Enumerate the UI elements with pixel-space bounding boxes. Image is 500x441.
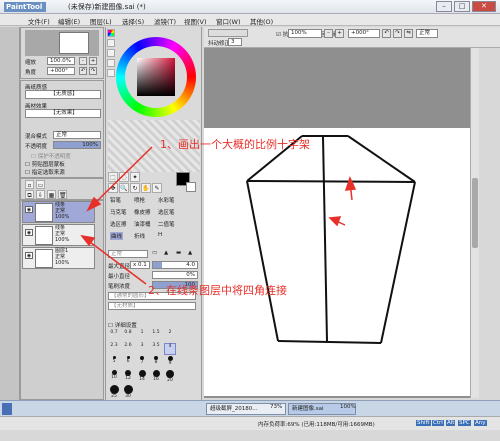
trapezoid-drawing [246,135,416,344]
cross-horizontal-line [246,180,416,183]
status-bar: 内存负荷率:69% (已用:118MB/可用:1669MB) Shift Ctr… [0,416,500,430]
arrow-3-head [328,216,342,227]
arrow-1-line [92,146,153,206]
key-alt: Alt [446,420,456,426]
drawing-overlay [80,135,416,344]
annotation-step-2: 2、在线条图层中将四角连接 [148,284,287,297]
key-shift: Shift [416,420,431,426]
top-right-line [347,135,416,183]
right-edge-line [380,181,416,344]
tab-screenshot-zoom: 73% [270,404,283,410]
key-any: Any [474,420,487,426]
arrow-4-line [85,238,147,285]
key-space: SPC [458,420,471,426]
start-icon[interactable] [2,403,12,415]
cross-vertical-line [322,136,328,342]
left-edge-line [246,180,279,342]
arrow-2-head [344,175,357,191]
bottom-line [277,340,382,344]
document-tabs-bar: 超级截屏_20180... 新建图像.sai [0,400,500,416]
annotation-step-1: 1、画出一个大概的比例十字架 [160,138,310,151]
memory-status: 内存负荷率:69% (已用:118MB/可用:1669MB) [258,422,375,428]
tab-new-image-zoom: 100% [340,404,356,410]
key-ctrl: Ctrl [432,420,444,426]
annotation-arrows [80,146,357,285]
